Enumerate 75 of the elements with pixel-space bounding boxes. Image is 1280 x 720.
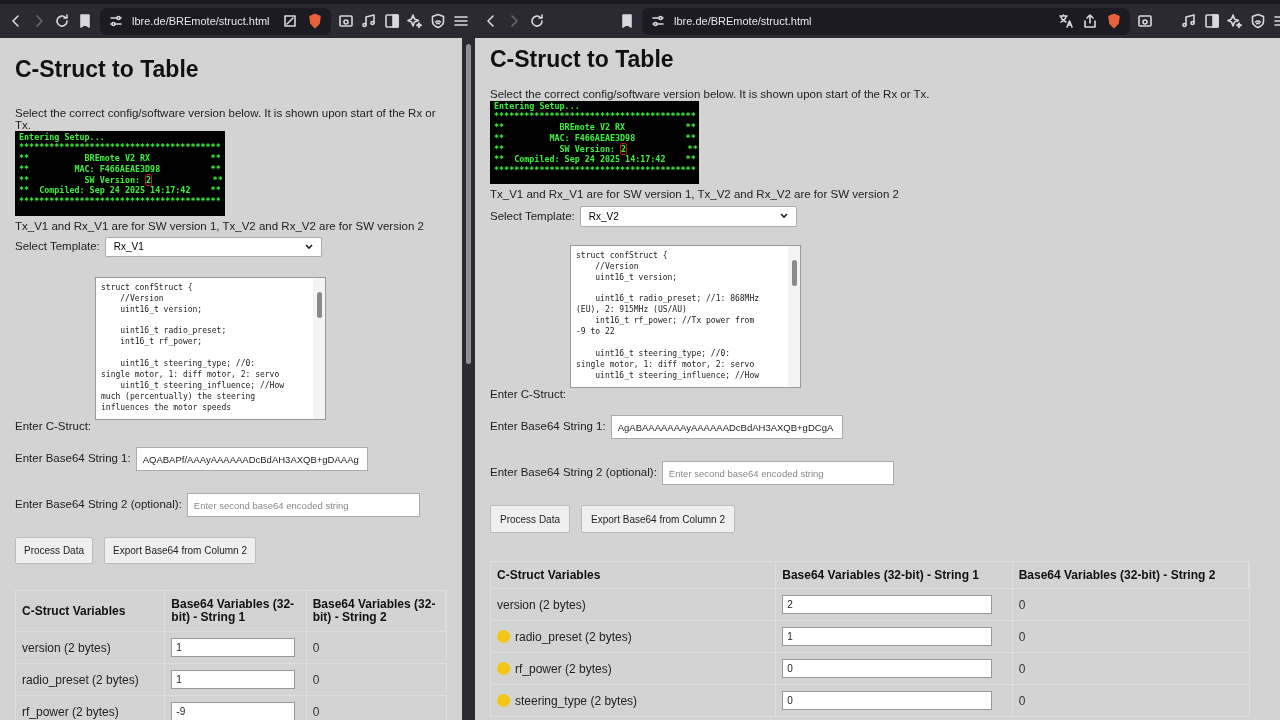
terminal-line: ****************************************	[19, 142, 221, 153]
struct-label: Enter C-Struct:	[15, 418, 93, 434]
column-header: C-Struct Variables	[22, 604, 126, 618]
base64-label: Enter Base64 String 1:	[490, 419, 606, 435]
variable-name: steering_type (2 bytes)	[515, 692, 638, 710]
value-input[interactable]: 1	[171, 638, 296, 657]
base64-label: Enter Base64 String 2 (optional):	[15, 497, 182, 513]
column-header: Base64 Variables (32-bit) - String 1	[782, 567, 979, 584]
action-button[interactable]: Export Base64 from Column 2	[104, 537, 256, 564]
terminal-line: ****************************************	[19, 196, 221, 207]
highlighted-version: 2	[620, 142, 628, 155]
table-cell-text: 0	[312, 703, 320, 720]
base64-input[interactable]: AgABAAAAAAAyAAAAAADcBdAH3AXQB+gDCgA	[610, 415, 843, 439]
version-note: Tx_V1 and Rx_V1 are for SW version 1, Tx_V2 and Rx_V2 are for SW version 2	[490, 186, 900, 202]
terminal-line: Entering Setup...	[494, 100, 580, 111]
terminal-line: **	[211, 174, 223, 185]
terminal-line: ** MAC: F466AEAE3D98 **	[19, 163, 221, 174]
base64-input[interactable]: AQABAPf/AAAyAAAAAADcBdAH3AXQB+gDAAAg	[135, 447, 368, 471]
table-cell-text: 0	[1018, 596, 1026, 614]
terminal-line: **	[686, 143, 698, 154]
table-cell-text: 0	[1018, 628, 1026, 646]
terminal-line: ** Compiled: Sep 24 2025 14:17:42 **	[494, 154, 696, 165]
intro-text: Select the correct config/software version below. It is shown upon start of the Rx or Tx.	[490, 86, 931, 101]
value-input[interactable]: 1	[782, 627, 993, 646]
table-cell-text: 0	[312, 671, 320, 689]
terminal-line: ** MAC: F466AEAE3D98 **	[494, 132, 696, 143]
table-cell-text: 0	[1018, 692, 1026, 710]
table-cell-text: 0	[312, 639, 320, 657]
terminal-line: ** Compiled: Sep 24 2025 14:17:42 **	[19, 185, 221, 196]
url-text: lbre.de/BREmote/struct.html	[132, 13, 271, 29]
terminal-line: ** BREmote V2 RX **	[494, 122, 696, 133]
value-input[interactable]: 2	[782, 595, 993, 614]
value-input[interactable]: -9	[171, 702, 296, 720]
template-label: Select Template:	[15, 239, 100, 255]
terminal-line: ****************************************	[494, 165, 696, 176]
template-label: Select Template:	[490, 208, 575, 224]
base64-label: Enter Base64 String 1:	[15, 451, 131, 467]
base64-input[interactable]: Enter second base64 encoded string	[661, 461, 894, 485]
base64-label: Enter Base64 String 2 (optional):	[490, 465, 657, 481]
action-button[interactable]: Process Data	[15, 537, 94, 564]
code-textarea[interactable]: struct confStruct { //Version uint16_t version; uint16_t radio_preset; int16_t rf_power; uint16_t steering_type; //0: single motor, 1: diff motor, 2: servo uint16_t steering_influence; //How much (percentually) the steering influences the motor speeds	[95, 276, 326, 420]
intro-text: Select the correct config/software version below. It is shown upon start of the Rx or Tx.	[15, 106, 437, 131]
action-button[interactable]: Process Data	[490, 505, 571, 533]
value-input[interactable]: 0	[782, 659, 993, 678]
page-title: C-Struct to Table	[15, 55, 200, 84]
base64-input[interactable]: Enter second base64 encoded string	[186, 493, 420, 517]
page-title: C-Struct to Table	[490, 45, 675, 74]
action-button[interactable]: Export Base64 from Column 2	[581, 505, 735, 533]
table-cell-text: 0	[1018, 660, 1026, 678]
terminal-line: ** BREmote V2 RX **	[19, 153, 221, 164]
variable-name: version (2 bytes)	[22, 639, 111, 657]
column-header: Base64 Variables (32-bit) - String 2	[1018, 567, 1216, 584]
column-header: C-Struct Variables	[497, 567, 601, 584]
highlighted-version: 2	[145, 173, 153, 186]
terminal-line: ** SW Version:	[494, 143, 616, 154]
template-dropdown[interactable]: Rx_V2	[579, 205, 797, 227]
terminal-line: ** SW Version:	[19, 174, 141, 185]
variable-name: version (2 bytes)	[497, 596, 586, 614]
column-header: Base64 Variables (32-bit) - String 2	[312, 598, 437, 624]
terminal-line: Entering Setup...	[19, 131, 105, 142]
column-header: Base64 Variables (32-bit) - String 1	[171, 598, 296, 624]
address-bar[interactable]: lbre.de/BREmote/struct.html	[100, 7, 331, 35]
variable-name: rf_power (2 bytes)	[22, 703, 119, 720]
url-text: lbre.de/BREmote/struct.html	[674, 13, 813, 29]
value-input[interactable]: 0	[782, 691, 993, 710]
code-textarea[interactable]: struct confStruct { //Version uint16_t version; uint16_t radio_preset; //1: 868MHz (EU), 2: 915MHz (US/AU) int16_t rf_power; //Tx power from -9 to 22 uint16_t steering_type; //0: single motor, 1: diff motor, 2: servo uint16_t steering_influence; //How	[570, 244, 801, 388]
variable-name: radio_preset (2 bytes)	[22, 671, 139, 689]
terminal-line: ****************************************	[494, 111, 696, 122]
value-input[interactable]: 1	[171, 670, 296, 689]
template-dropdown[interactable]: Rx_V1	[104, 236, 322, 257]
struct-label: Enter C-Struct:	[490, 386, 568, 402]
version-note: Tx_V1 and Rx_V1 are for SW version 1, Tx_V2 and Rx_V2 are for SW version 2	[15, 218, 425, 234]
variable-name: rf_power (2 bytes)	[515, 660, 612, 678]
address-bar[interactable]: lbre.de/BREmote/struct.html	[642, 7, 1130, 35]
variable-name: radio_preset (2 bytes)	[515, 628, 632, 646]
